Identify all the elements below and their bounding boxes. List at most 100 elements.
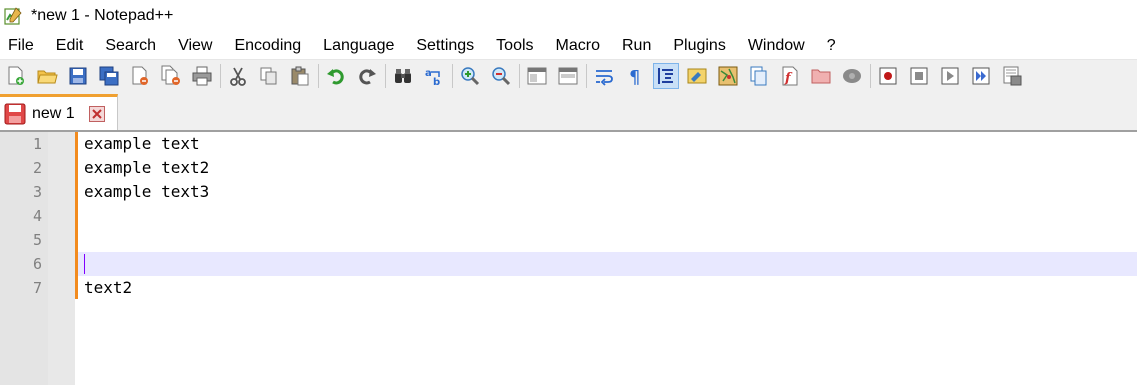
line-number-margin: 1 2 3 4 5 6 7 [0, 132, 48, 385]
save-macro-icon [1003, 66, 1022, 85]
code-line[interactable]: example text [84, 132, 200, 156]
menu-macro[interactable]: Macro [545, 33, 611, 59]
line-number: 1 [32, 135, 42, 153]
record-icon [879, 67, 897, 84]
new-file-button[interactable] [3, 63, 29, 89]
save-all-icon [99, 66, 119, 85]
indent-guide-button[interactable] [653, 62, 679, 89]
toolbar-separator [586, 63, 587, 88]
close-button[interactable] [127, 63, 153, 89]
document-list-button[interactable] [746, 63, 772, 89]
folder-workspace-icon [811, 69, 831, 83]
monitoring-button[interactable] [839, 63, 865, 89]
copy-button[interactable] [256, 63, 282, 89]
document-map-icon [718, 66, 738, 85]
function-list-icon: f [782, 66, 798, 86]
cut-button[interactable] [225, 63, 251, 89]
paste-button[interactable] [287, 63, 313, 89]
user-defined-language-button[interactable] [684, 63, 710, 89]
tab-bar: new 1 [0, 91, 1137, 131]
find-button[interactable] [390, 63, 416, 89]
line-number: 5 [32, 231, 42, 249]
document-list-icon [750, 66, 767, 85]
line-number: 4 [32, 207, 42, 225]
code-line[interactable]: example text2 [84, 156, 209, 180]
replace-icon: ab [425, 68, 440, 87]
toolbar-separator [452, 63, 453, 88]
menu-tools[interactable]: Tools [485, 33, 544, 59]
menu-view[interactable]: View [167, 33, 223, 59]
line-number: 2 [32, 159, 42, 177]
playback-button[interactable] [937, 63, 963, 89]
fold-margin[interactable] [48, 132, 75, 385]
folder-as-workspace-button[interactable] [808, 63, 834, 89]
toolbar: ab ¶ f [0, 59, 1137, 91]
printer-icon [192, 66, 212, 85]
undo-button[interactable] [323, 63, 349, 89]
close-all-icon [161, 65, 180, 85]
menu-plugins[interactable]: Plugins [662, 33, 736, 59]
zoom-in-icon [461, 66, 480, 85]
udl-icon [687, 68, 707, 83]
stop-icon [910, 67, 928, 84]
show-all-characters-button[interactable]: ¶ [622, 63, 648, 89]
print-button[interactable] [189, 63, 215, 89]
document-map-button[interactable] [715, 63, 741, 89]
save-macro-button[interactable] [999, 63, 1025, 89]
copy-icon [260, 67, 277, 84]
toolbar-separator [870, 63, 871, 88]
sync-horizontal-scroll-button[interactable] [555, 63, 581, 89]
replace-button[interactable]: ab [421, 63, 447, 89]
save-button[interactable] [65, 63, 91, 89]
menu-language[interactable]: Language [312, 33, 405, 59]
menu-settings[interactable]: Settings [405, 33, 485, 59]
tab-label: new 1 [32, 105, 75, 122]
tab-new-1[interactable]: new 1 [0, 94, 118, 131]
close-all-button[interactable] [158, 63, 184, 89]
code-line[interactable]: text2 [84, 276, 132, 300]
line-number: 6 [32, 255, 42, 273]
paste-icon [291, 66, 309, 85]
pilcrow-icon: ¶ [629, 67, 640, 87]
word-wrap-icon [596, 69, 613, 86]
zoom-in-button[interactable] [457, 63, 483, 89]
zoom-out-button[interactable] [488, 63, 514, 89]
current-line-highlight [78, 252, 1137, 276]
menu-run[interactable]: Run [611, 33, 662, 59]
fast-forward-icon [972, 67, 990, 84]
new-file-icon [8, 66, 24, 85]
code-line[interactable]: example text3 [84, 180, 209, 204]
title-bar: *new 1 - Notepad++ [0, 0, 1137, 32]
run-macro-multiple-button[interactable] [968, 63, 994, 89]
sync-horizontal-icon [558, 67, 578, 84]
play-icon [941, 67, 959, 84]
unsaved-file-icon [4, 103, 26, 125]
tab-close-icon[interactable] [88, 106, 105, 122]
menu-help[interactable]: ? [816, 33, 847, 59]
menu-encoding[interactable]: Encoding [223, 33, 312, 59]
start-recording-button[interactable] [875, 63, 901, 89]
toolbar-separator [519, 63, 520, 88]
word-wrap-button[interactable] [591, 63, 617, 89]
open-file-button[interactable] [34, 63, 60, 89]
scissors-icon [230, 67, 246, 86]
menu-search[interactable]: Search [94, 33, 167, 59]
sync-vertical-scroll-button[interactable] [524, 63, 550, 89]
open-folder-icon [37, 70, 58, 83]
close-file-icon [132, 66, 148, 85]
window-title: *new 1 - Notepad++ [31, 7, 174, 24]
monitoring-eye-icon [843, 68, 861, 83]
redo-button[interactable] [354, 63, 380, 89]
line-number: 3 [32, 183, 42, 201]
toolbar-separator [385, 63, 386, 88]
toolbar-separator [220, 63, 221, 88]
function-list-button[interactable]: f [777, 63, 803, 89]
stop-recording-button[interactable] [906, 63, 932, 89]
menu-edit[interactable]: Edit [45, 33, 95, 59]
save-all-button[interactable] [96, 63, 122, 89]
toolbar-separator [318, 63, 319, 88]
svg-text:a: a [425, 68, 432, 79]
editor-area[interactable]: 1 2 3 4 5 6 7 example text example text2… [0, 132, 1137, 385]
menu-window[interactable]: Window [737, 33, 816, 59]
menu-file[interactable]: File [0, 33, 45, 59]
